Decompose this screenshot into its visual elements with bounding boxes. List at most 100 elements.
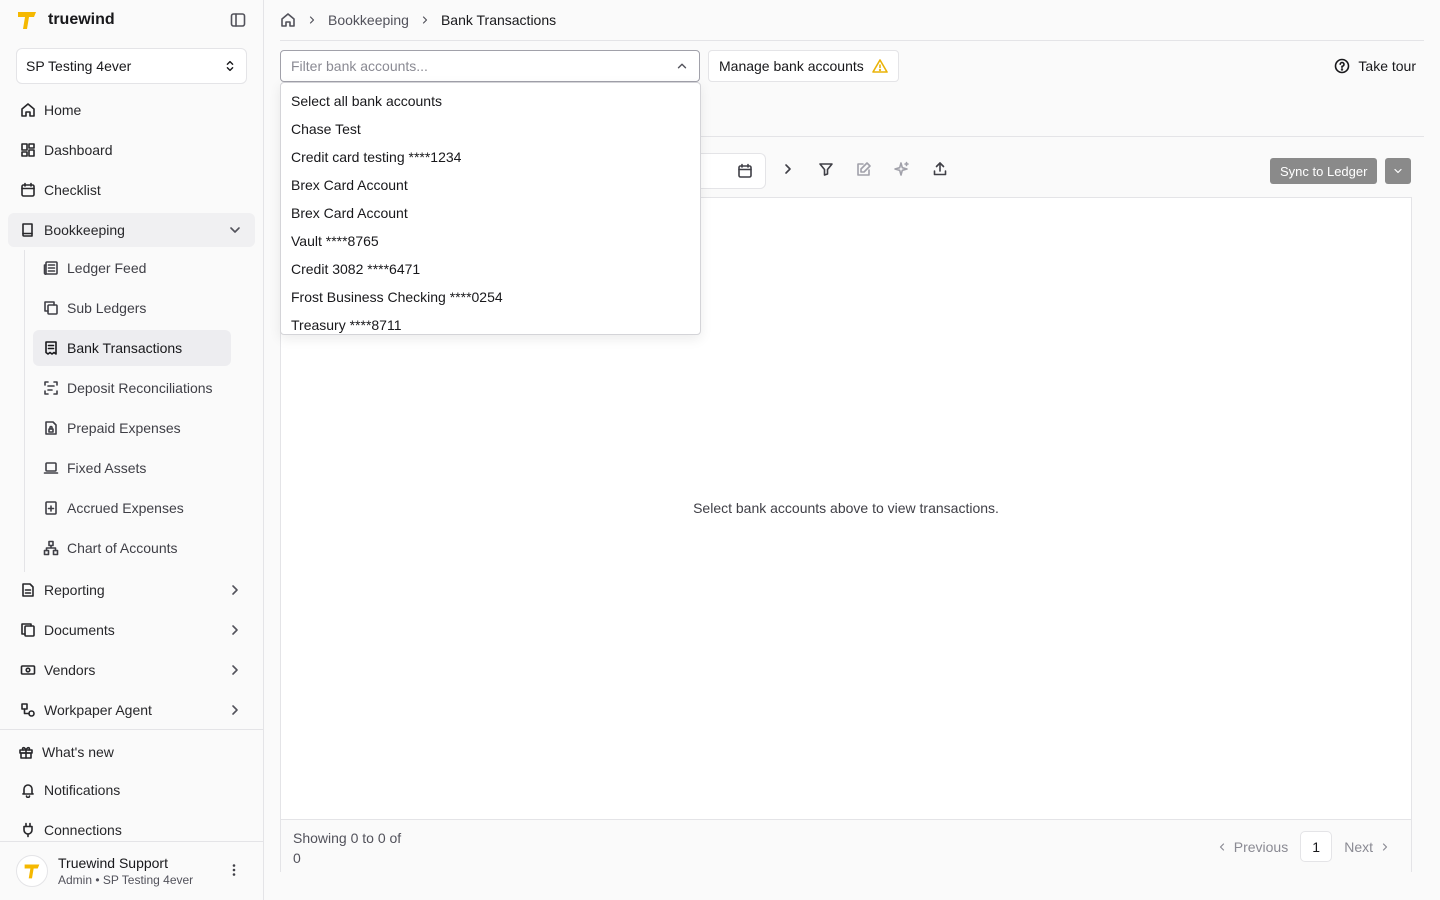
nav-workpaper-agent-label: Workpaper Agent [44,702,152,718]
copy-icon [43,300,59,316]
bank-account-option[interactable]: Chase Test [281,115,700,143]
calendar-check-icon [20,182,36,198]
sidebar-item-label: Prepaid Expenses [67,420,181,436]
nav-dashboard[interactable]: Dashboard [8,133,255,167]
sidebar-item-accrued-expenses[interactable]: Accrued Expenses [33,490,231,526]
nav-dashboard-label: Dashboard [44,142,113,158]
nav-notifications[interactable]: Notifications [8,773,255,807]
sidebar-item-ledger-feed[interactable]: Ledger Feed [33,250,231,286]
help-circle-icon [1334,58,1350,74]
edit-icon[interactable] [856,161,872,177]
more-vertical-icon[interactable] [226,862,242,878]
chevron-right-icon [227,662,243,678]
nav-bookkeeping[interactable]: Bookkeeping [8,213,255,247]
bank-account-option[interactable]: Vault ****8765 [281,227,700,255]
page-number-button[interactable]: 1 [1300,831,1333,862]
nav-checklist[interactable]: Checklist [8,173,255,207]
chevron-right-icon[interactable] [780,161,796,177]
truewind-logo-icon [16,9,38,31]
manage-bank-accounts-button[interactable]: Manage bank accounts [708,50,899,82]
bank-account-option[interactable]: Brex Card Account [281,171,700,199]
sparkles-icon[interactable] [894,161,910,177]
dashboard-icon [20,142,36,158]
take-tour-button[interactable]: Take tour [1334,50,1416,82]
nav-documents[interactable]: Documents [8,613,255,647]
bank-account-option[interactable]: Frost Business Checking ****0254 [281,283,700,311]
nav-workpaper-agent[interactable]: Workpaper Agent [8,693,255,727]
sidebar-toggle-icon[interactable] [230,12,246,28]
nav-reporting[interactable]: Reporting [8,573,255,607]
next-label: Next [1344,838,1373,855]
shapes-icon [20,702,36,718]
chevron-right-icon [306,14,318,26]
breadcrumb-parent[interactable]: Bookkeeping [328,12,409,28]
chevron-right-icon [227,702,243,718]
chevron-right-icon [1379,841,1391,853]
previous-page-button[interactable]: Previous [1216,839,1288,855]
sidebar-item-prepaid-expenses[interactable]: Prepaid Expenses [33,410,231,446]
chevron-up-icon[interactable] [675,59,689,73]
laptop-icon [43,460,59,476]
chevron-up-down-icon [223,59,237,73]
brand[interactable]: truewind [16,8,115,32]
org-selector-value: SP Testing 4ever [26,58,132,74]
upload-icon[interactable] [932,161,948,177]
chevron-right-icon [419,14,431,26]
sidebar-item-sub-ledgers[interactable]: Sub Ledgers [33,290,231,326]
nav-home[interactable]: Home [8,93,255,127]
select-all-option[interactable]: Select all bank accounts [281,87,700,115]
scan-text-icon [43,380,59,396]
user-role: Admin • SP Testing 4ever [58,872,194,887]
sidebar-item-label: Fixed Assets [67,460,147,476]
sync-options-button[interactable] [1385,158,1411,184]
sidebar-item-chart-of-accounts[interactable]: Chart of Accounts [33,530,231,566]
bank-account-option[interactable]: Treasury ****8711 [281,311,700,334]
nav-checklist-label: Checklist [44,182,101,198]
file-plus-icon [43,500,59,516]
calendar-icon [737,163,753,179]
sidebar-item-label: Chart of Accounts [67,540,178,556]
sidebar-divider [0,729,264,730]
bank-account-option[interactable]: Brex Card Account [281,199,700,227]
bank-account-filter[interactable] [280,50,700,82]
chevron-down-icon [1392,165,1404,177]
nav-whats-new-label: What's new [42,744,114,760]
sync-to-ledger-button[interactable]: Sync to Ledger [1270,158,1378,184]
breadcrumb: Bookkeeping Bank Transactions [280,10,556,30]
nav-documents-label: Documents [44,622,115,638]
breadcrumb-current: Bank Transactions [440,12,557,28]
chevron-right-icon [227,582,243,598]
file-text-icon [20,582,36,598]
empty-state-message: Select bank accounts above to view trans… [693,500,999,516]
newspaper-icon [43,260,59,276]
filter-icon[interactable] [818,161,834,177]
nav-whats-new[interactable]: What's new [6,735,253,769]
bank-account-option[interactable]: Credit 3082 ****6471 [281,255,700,283]
sidebar: truewind SP Testing 4ever Home Dashboard… [0,0,264,900]
bank-account-option[interactable]: Credit card testing ****1234 [281,143,700,171]
user-menu[interactable]: Truewind Support Admin • SP Testing 4eve… [16,848,248,894]
warning-triangle-icon [871,58,888,74]
plug-icon [20,822,36,838]
chevron-left-icon [1216,841,1228,853]
user-name: Truewind Support [58,854,168,871]
nav-bookkeeping-label: Bookkeeping [44,222,125,238]
sidebar-item-fixed-assets[interactable]: Fixed Assets [33,450,231,486]
sidebar-item-label: Bank Transactions [67,340,183,356]
next-page-button[interactable]: Next [1344,839,1391,855]
sidebar-item-deposit-reconciliations[interactable]: Deposit Reconciliations [33,370,231,406]
banknote-icon [20,662,36,678]
table-footer: Showing 0 to 0 of 0 Previous 1 Next [281,819,1411,872]
nav-vendors[interactable]: Vendors [8,653,255,687]
sidebar-item-label: Deposit Reconciliations [67,380,213,396]
bank-account-filter-input[interactable] [291,58,651,74]
network-icon [43,540,59,556]
org-selector[interactable]: SP Testing 4ever [16,48,247,84]
brand-name: truewind [48,11,115,28]
truewind-logo-icon [24,864,40,879]
sidebar-item-bank-transactions[interactable]: Bank Transactions [33,330,231,366]
sidebar-divider [0,841,264,842]
nav-notifications-label: Notifications [44,782,121,798]
manage-bank-accounts-label: Manage bank accounts [719,58,864,74]
home-icon[interactable] [280,12,296,28]
